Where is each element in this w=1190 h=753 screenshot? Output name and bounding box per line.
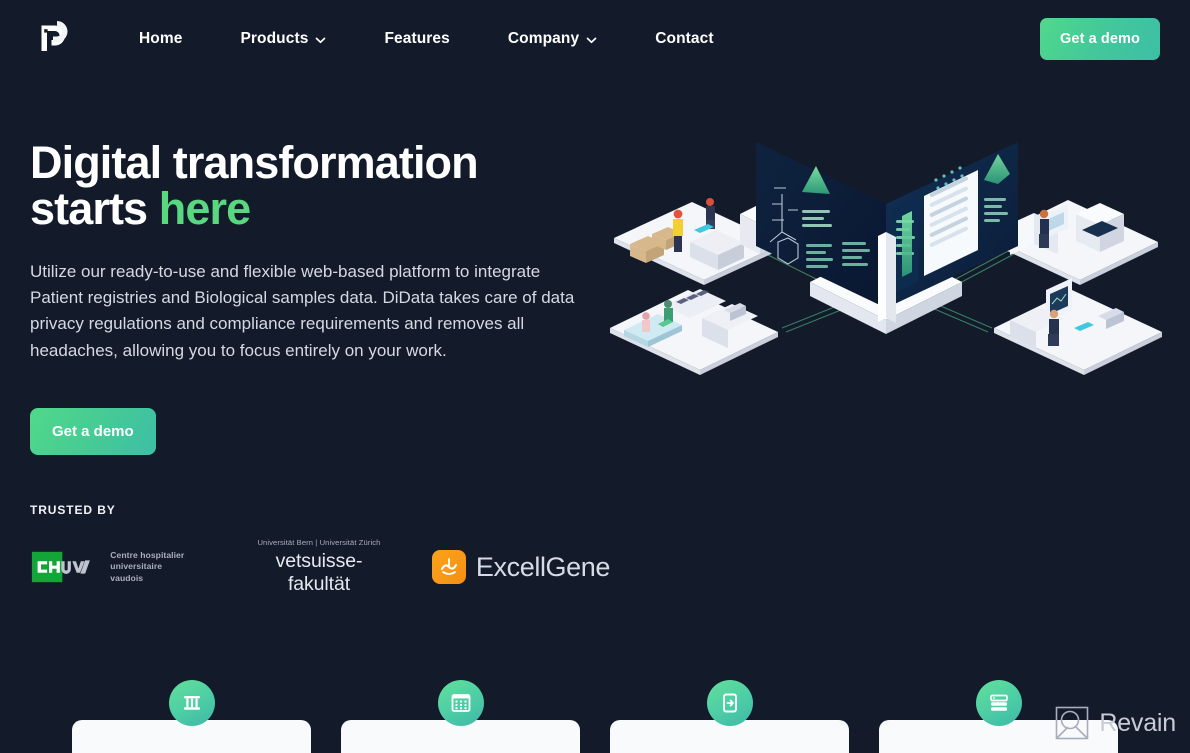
feature-cards-strip	[0, 668, 1190, 753]
isometric-data-platform-illustration	[610, 142, 1162, 375]
chuv-logo: Centre hospitalier universitaire vaudois	[30, 547, 193, 587]
illustration-person	[664, 300, 673, 322]
trusted-by-logos: Centre hospitalier universitaire vaudois…	[30, 538, 610, 596]
chuv-text-line1: Centre hospitalier	[110, 550, 185, 561]
chuv-logo-mark	[31, 551, 90, 583]
test-tube-rack-icon	[168, 680, 215, 726]
illustration-platform-office	[994, 278, 1162, 375]
hero-section: Digital transformation starts here Utili…	[0, 78, 1190, 596]
feature-card[interactable]	[72, 680, 311, 753]
microplate-grid-icon	[437, 680, 484, 726]
hero-paragraph: Utilize our ready-to-use and flexible we…	[30, 261, 575, 360]
illustration-central-hub	[756, 142, 1018, 334]
illustration-person	[673, 209, 683, 252]
vetsuisse-logo: Universität Bern | Universität Zürich ve…	[248, 538, 390, 596]
get-a-demo-button-nav[interactable]: Get a demo	[1040, 18, 1160, 60]
excellgene-glyph-icon	[440, 558, 457, 575]
chevron-down-icon	[316, 37, 326, 43]
hero-text-column: Digital transformation starts here Utili…	[30, 137, 610, 596]
nav-item-features[interactable]: Features	[355, 22, 478, 56]
vetsuisse-universities: Universität Bern | Universität Zürich	[257, 538, 381, 548]
vetsuisse-name: vetsuisse-fakultät	[275, 550, 363, 596]
trusted-by-label: TRUSTED BY	[30, 503, 116, 518]
server-database-icon	[975, 680, 1022, 726]
document-page-icon	[706, 680, 753, 726]
hero-title-accent: here	[158, 183, 251, 235]
excellgene-logo-mark	[431, 550, 466, 585]
nav-item-label: Contact	[655, 30, 714, 47]
nav-links: Home Products Features Company Contact	[110, 22, 743, 56]
excellgene-name: ExcellGene	[475, 551, 610, 582]
nav-item-label: Home	[139, 30, 183, 47]
chevron-down-icon	[586, 37, 597, 43]
illustration-platform-clinic	[610, 289, 778, 375]
feature-card[interactable]	[610, 680, 849, 753]
hero-title-line2: starts	[30, 183, 159, 235]
nav-item-products[interactable]: Products	[211, 22, 355, 56]
nav-item-contact[interactable]: Contact	[626, 22, 742, 56]
nav-item-label: Products	[240, 30, 309, 47]
chuv-logo-text: Centre hospitalier universitaire vaudois	[110, 550, 193, 584]
chuv-text-line2: universitaire vaudois	[110, 561, 163, 583]
nav-item-label: Company	[507, 30, 580, 47]
page-title: Digital transformation starts here	[30, 137, 550, 235]
feature-card[interactable]	[341, 680, 580, 753]
hero-illustration-column	[610, 132, 1166, 596]
feature-card[interactable]	[879, 680, 1118, 753]
top-navigation-bar: Home Products Features Company Contact G…	[0, 0, 1190, 78]
hero-title-line1: Digital transformation	[30, 137, 479, 188]
illustration-person	[642, 312, 650, 332]
get-a-demo-button-hero[interactable]: Get a demo	[30, 408, 156, 456]
nav-item-label: Features	[384, 30, 450, 47]
nav-item-company[interactable]: Company	[479, 22, 626, 56]
excellgene-logo: ExcellGene	[431, 550, 610, 585]
illustration-person	[1039, 209, 1049, 248]
didata-logo-icon[interactable]	[40, 19, 74, 59]
nav-item-home[interactable]: Home	[110, 22, 211, 56]
